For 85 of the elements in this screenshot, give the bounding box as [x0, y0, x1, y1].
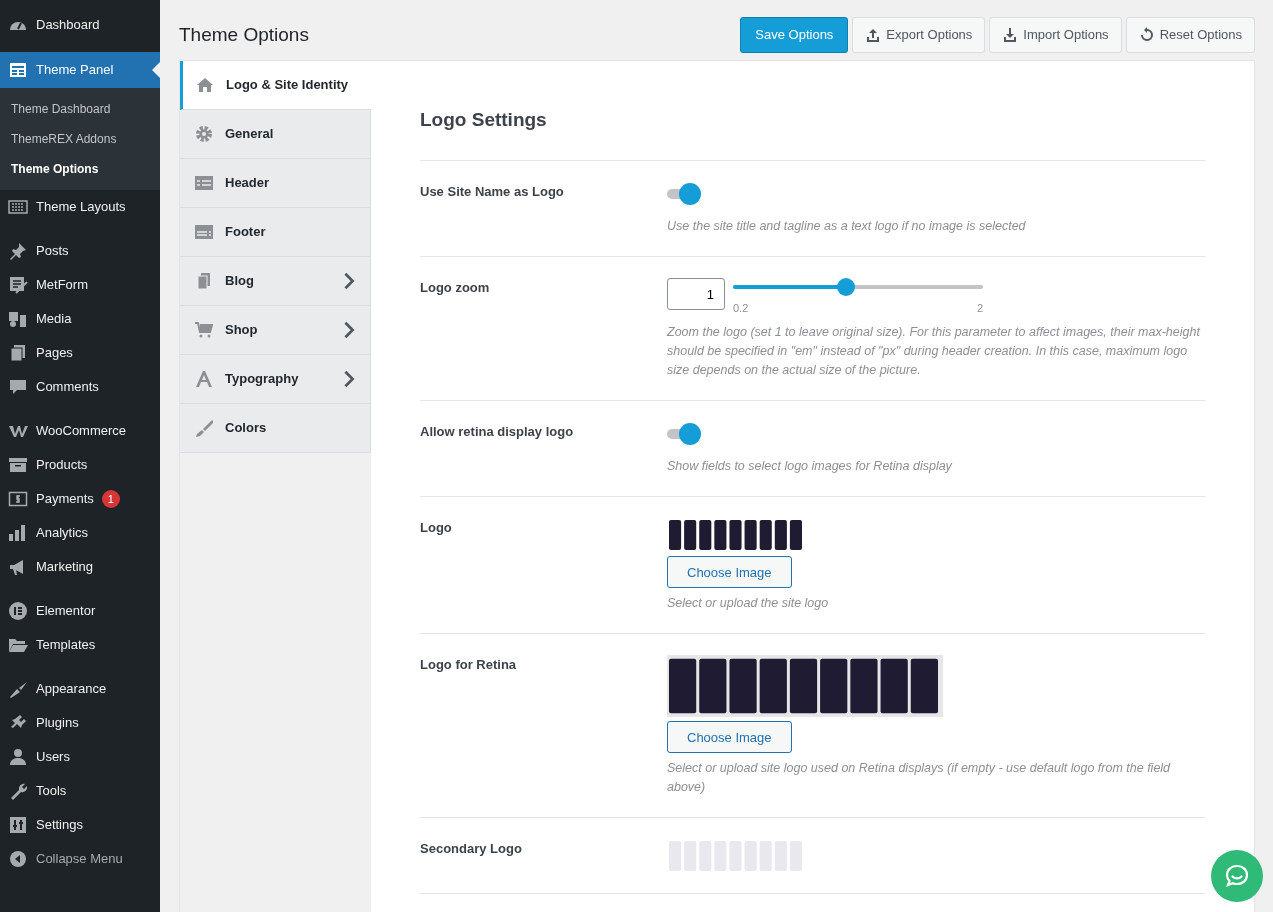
setting-label: Logo	[420, 519, 453, 538]
option-tab[interactable]: Logo & Site Identity	[180, 61, 371, 110]
menu-item[interactable]: Collapse Menu	[0, 842, 160, 876]
option-tab[interactable]: Typography	[180, 355, 371, 404]
menu-item[interactable]: MetForm	[0, 268, 160, 302]
pages-icon	[8, 343, 28, 363]
submenu-item[interactable]: Theme Options	[0, 154, 160, 184]
slider[interactable]	[733, 278, 983, 297]
count-badge: 1	[101, 490, 120, 508]
menu-item[interactable]: Products	[0, 448, 160, 482]
archive-icon	[8, 455, 28, 475]
keyboard-icon	[8, 197, 28, 217]
menu-item[interactable]: Theme Layouts	[0, 190, 160, 224]
menu-item[interactable]: Payments 1	[0, 482, 160, 516]
menu-item[interactable]: Pages	[0, 336, 160, 370]
user-icon	[8, 747, 28, 767]
option-tab[interactable]: Colors	[180, 404, 371, 453]
setting-description: Show fields to select logo images for Retina display	[667, 458, 953, 476]
footer-icon	[195, 223, 213, 241]
setting-description: Zoom the logo (set 1 to leave original size). For this parameter to affect images, their max-height should be specified in "em" instead of "px" during header creation. In this case, maximum logo size depends on the actual size of the picture.	[667, 323, 1202, 379]
download-icon	[1002, 27, 1019, 43]
menu-item[interactable]: Appearance	[0, 672, 160, 706]
menu-item[interactable]: Dashboard	[0, 8, 160, 42]
toggle-switch[interactable]	[667, 181, 701, 206]
page-title: Theme Options	[179, 23, 309, 47]
slider-min-label: 0.2	[733, 301, 749, 317]
export-button[interactable]: Export Options	[852, 17, 986, 53]
option-tab[interactable]: General	[180, 110, 371, 159]
section-title: Logo Settings	[420, 61, 1205, 161]
slider-max-label: 2	[976, 301, 983, 317]
option-tab[interactable]: Footer	[180, 208, 371, 257]
option-tab[interactable]: Shop	[180, 306, 371, 355]
menu-item[interactable]: Plugins	[0, 706, 160, 740]
comment-icon	[8, 377, 28, 397]
media-icon	[8, 309, 28, 329]
choose-image-button[interactable]: Choose Image	[667, 721, 792, 754]
menu-item[interactable]: WooCommerce	[0, 414, 160, 448]
setting-description: Select or upload the site logo	[667, 595, 830, 613]
chat-icon	[1223, 862, 1251, 890]
toggle-switch[interactable]	[667, 421, 701, 446]
gear-icon	[195, 125, 213, 143]
elementor-icon	[8, 601, 28, 621]
menu-item[interactable]: Users	[0, 740, 160, 774]
collapse-icon	[8, 849, 28, 869]
setting-label: Allow retina display logo	[420, 422, 575, 441]
menu-item[interactable]: Marketing	[0, 550, 160, 584]
slider-thumb[interactable]	[836, 278, 855, 297]
setting-description: Use the site title and tagline as a text logo if no image is selected	[667, 218, 1027, 236]
menu-item[interactable]: Elementor	[0, 594, 160, 628]
choose-image-button[interactable]: Choose Image	[667, 556, 792, 589]
reset-button[interactable]: Reset Options	[1125, 17, 1255, 53]
menu-item[interactable]: Analytics	[0, 516, 160, 550]
brush-icon	[8, 679, 28, 699]
cart-icon	[195, 321, 213, 339]
upload-icon	[865, 27, 882, 43]
setting-label: Use Site Name as Logo	[420, 182, 565, 201]
option-tab[interactable]: Blog	[180, 257, 371, 306]
pages-icon	[195, 272, 213, 290]
submenu-item[interactable]: Theme Dashboard	[0, 94, 160, 124]
setting-label: Secondary Logo	[420, 840, 523, 859]
setting-description: Select or upload site logo used on Retina displays (if empty - use default logo from the field above)	[667, 760, 1172, 797]
submenu-item[interactable]: ThemeREX Addons	[0, 124, 160, 154]
home-icon	[196, 76, 214, 94]
dollar-icon	[8, 489, 28, 509]
form-icon	[8, 275, 28, 295]
menu-item[interactable]: Media	[0, 302, 160, 336]
layout-icon	[8, 60, 28, 80]
menu-item[interactable]: Comments	[0, 370, 160, 404]
reset-icon	[1138, 27, 1155, 43]
pin-icon	[8, 241, 28, 261]
menu-item[interactable]: Posts	[0, 234, 160, 268]
menu-item[interactable]: Settings	[0, 808, 160, 842]
menu-item[interactable]: Templates	[0, 628, 160, 662]
setting-label: Logo for Retina	[420, 656, 518, 675]
bar-chart-icon	[8, 523, 28, 543]
menu-item[interactable]: Tools	[0, 774, 160, 808]
brush-icon	[195, 419, 213, 437]
import-button[interactable]: Import Options	[989, 17, 1122, 53]
setting-label: Logo zoom	[420, 279, 491, 298]
option-tab[interactable]: Header	[180, 159, 371, 208]
menu-item[interactable]: Theme Panel	[0, 52, 160, 88]
sliders-icon	[8, 815, 28, 835]
letter-icon	[195, 370, 213, 388]
number-field[interactable]: 1	[667, 278, 725, 311]
header-icon	[195, 174, 213, 192]
